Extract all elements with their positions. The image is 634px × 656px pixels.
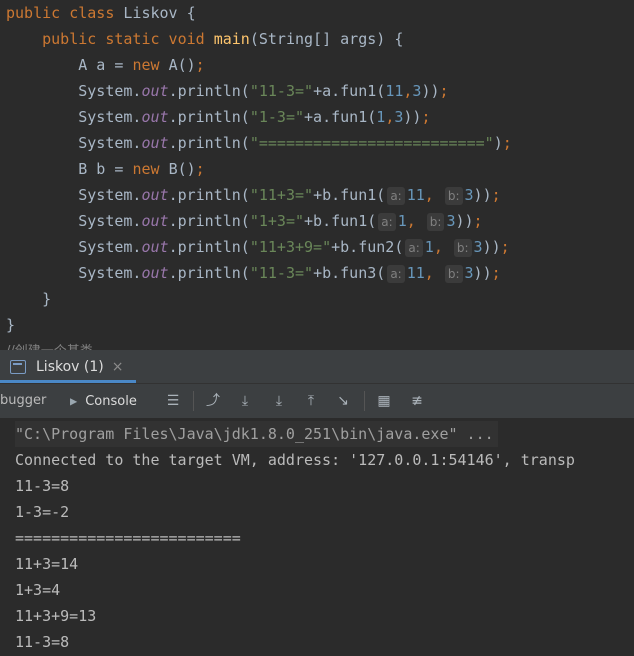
code-editor[interactable]: public class Liskov { public static void… — [0, 0, 634, 350]
console-output[interactable]: "C:\Program Files\Java\jdk1.8.0_251\bin\… — [0, 419, 634, 656]
debug-toolbar: bugger ▶ Console ☰ ⤴ ⤓ ⤓ ⤒ ↘ ▦ ≢ — [0, 384, 634, 419]
param-hint-a: a: — [405, 238, 423, 257]
tab-console[interactable]: ▶ Console — [58, 384, 158, 418]
evaluate-expression-icon[interactable]: ▦ — [375, 392, 393, 410]
code-line-11[interactable]: System.out.println("11-3="+b.fun3(a: 11, … — [6, 260, 501, 286]
step-over-icon[interactable]: ⤓ — [236, 392, 254, 410]
code-line-4[interactable]: System.out.println("11-3="+a.fun1(11,3))… — [6, 78, 448, 104]
tab-console-label: Console — [85, 393, 137, 409]
code-line-1[interactable]: public class Liskov { — [6, 0, 196, 26]
param-hint-a: a: — [378, 212, 396, 231]
code-line-3[interactable]: A a = new A(); — [6, 52, 204, 78]
step-into-icon[interactable]: ⤓ — [270, 392, 288, 410]
console-output-line: ========================= — [15, 529, 241, 547]
console-output-line: 11-3=8 — [15, 633, 70, 651]
console-output-line: 11-3=8 — [15, 477, 70, 495]
tab-debugger[interactable]: bugger — [0, 384, 46, 418]
code-line-5[interactable]: System.out.println("1-3="+a.fun1(1,3)); — [6, 104, 430, 130]
faded-comment: //创建一个基类 — [6, 340, 93, 350]
run-window-icon — [10, 359, 26, 374]
code-line-2[interactable]: public static void main(String[] args) { — [6, 26, 403, 52]
code-line-9[interactable]: System.out.println("1+3="+b.fun1(a: 1, b:… — [6, 208, 483, 234]
param-hint-b: b: — [426, 212, 445, 231]
trace-icon[interactable]: ≢ — [408, 392, 426, 410]
param-hint-b: b: — [453, 238, 472, 257]
run-tab-liskov[interactable]: Liskov (1) × — [0, 350, 136, 383]
toolbar-divider — [193, 391, 194, 411]
menu-lines-icon[interactable]: ☰ — [164, 392, 182, 410]
code-line-6[interactable]: System.out.println("====================… — [6, 130, 512, 156]
code-line-12[interactable]: } — [6, 286, 51, 312]
code-line-13[interactable]: } — [6, 312, 15, 338]
step-out-icon[interactable]: ⤒ — [302, 392, 320, 410]
console-output-line: 1-3=-2 — [15, 503, 70, 521]
console-output-line: 11+3=14 — [15, 555, 79, 573]
run-to-cursor-icon[interactable]: ↘ — [334, 392, 352, 410]
console-command-line: "C:\Program Files\Java\jdk1.8.0_251\bin\… — [15, 421, 498, 447]
run-tabs-bar: Liskov (1) × — [0, 350, 634, 384]
toolbar-divider — [364, 391, 365, 411]
run-tab-title: Liskov (1) — [36, 358, 104, 375]
active-tab-indicator — [0, 380, 136, 383]
code-line-7[interactable]: B b = new B(); — [6, 156, 204, 182]
code-line-8[interactable]: System.out.println("11+3="+b.fun1(a: 11, … — [6, 182, 501, 208]
show-execution-point-icon[interactable]: ⤴ — [204, 392, 222, 410]
param-hint-b: b: — [444, 186, 463, 205]
console-output-line: 1+3=4 — [15, 581, 61, 599]
code-line-10[interactable]: System.out.println("11+3+9="+b.fun2(a: 1,… — [6, 234, 510, 260]
console-connected-line: Connected to the target VM, address: '12… — [15, 451, 575, 469]
console-icon: ▶ — [70, 394, 78, 408]
console-output-line: 11+3+9=13 — [15, 607, 97, 625]
param-hint-a: a: — [387, 264, 405, 283]
param-hint-b: b: — [444, 264, 463, 283]
close-icon[interactable]: × — [112, 359, 124, 375]
param-hint-a: a: — [387, 186, 405, 205]
